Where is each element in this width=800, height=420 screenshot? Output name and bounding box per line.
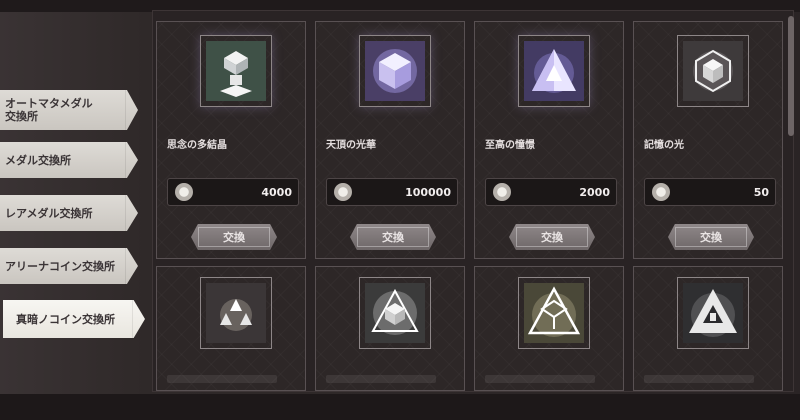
shop-card xyxy=(156,266,306,391)
exchange-label: 交換 xyxy=(541,231,563,244)
coin-icon xyxy=(493,183,511,201)
tab-medal[interactable]: メダル交換所 xyxy=(0,142,138,178)
item-frame[interactable] xyxy=(200,35,272,107)
exchange-button[interactable]: 交換 xyxy=(668,224,754,250)
item-frame[interactable] xyxy=(677,277,749,349)
shop-panel: 思念の多結晶 4000 交換 天頂の光華 100000 交換 至高の憧憬 200… xyxy=(152,10,794,392)
item-name: 記憶の光 xyxy=(644,140,684,151)
sidebar: オートマタメダル 交換所 メダル交換所 レアメダル交換所 アリーナコイン交換所 … xyxy=(0,0,155,420)
tab-arena-coin[interactable]: アリーナコイン交換所 xyxy=(0,248,138,284)
coin-icon xyxy=(175,183,193,201)
item-frame[interactable] xyxy=(518,35,590,107)
tab-automata-medal-label: オートマタメダル 交換所 xyxy=(5,97,93,123)
scrollbar[interactable] xyxy=(788,16,794,136)
large-triangle-icon xyxy=(524,283,584,343)
shop-card: 思念の多結晶 4000 交換 xyxy=(156,21,306,259)
item-frame[interactable] xyxy=(359,35,431,107)
tab-edge xyxy=(125,90,126,130)
price-field: 2000 xyxy=(485,178,617,206)
coin-icon xyxy=(334,183,352,201)
item-name: 至高の憧憬 xyxy=(485,140,535,151)
coin-icon xyxy=(652,183,670,201)
triangle-cube-icon xyxy=(365,283,425,343)
shop-card xyxy=(474,266,624,391)
price-field: 100000 xyxy=(326,178,458,206)
item-price: 100000 xyxy=(405,185,451,199)
pedestal-crystal-icon xyxy=(206,41,266,101)
item-name: 天頂の光華 xyxy=(326,140,376,151)
tab-edge xyxy=(132,300,133,338)
item-name-placeholder xyxy=(326,375,436,383)
cube-crystal-icon xyxy=(365,41,425,101)
tab-edge xyxy=(125,248,126,284)
shop-card: 天頂の光華 100000 交換 xyxy=(315,21,465,259)
exchange-label: 交換 xyxy=(382,231,404,244)
item-price: 50 xyxy=(753,185,769,199)
tab-edge xyxy=(125,195,126,231)
shop-card: 記憶の光 50 交換 xyxy=(633,21,783,259)
price-field: 4000 xyxy=(167,178,299,206)
tab-dark-coin-label: 真暗ノコイン交換所 xyxy=(16,312,115,326)
tab-medal-label: メダル交換所 xyxy=(5,153,71,167)
triad-crystal-icon xyxy=(206,283,266,343)
item-price: 4000 xyxy=(261,185,292,199)
exchange-button[interactable]: 交換 xyxy=(509,224,595,250)
shop-card: 至高の憧憬 2000 交換 xyxy=(474,21,624,259)
pyramid-crystal-icon xyxy=(524,41,584,101)
tab-automata-medal[interactable]: オートマタメダル 交換所 xyxy=(0,90,138,130)
shop-card xyxy=(315,266,465,391)
tab-arena-coin-label: アリーナコイン交換所 xyxy=(5,259,115,273)
tab-rare-medal[interactable]: レアメダル交換所 xyxy=(0,195,138,231)
tab-rare-medal-label: レアメダル交換所 xyxy=(5,206,93,220)
item-name: 思念の多結晶 xyxy=(167,140,227,151)
item-name-placeholder xyxy=(644,375,754,383)
exchange-label: 交換 xyxy=(223,231,245,244)
exchange-button[interactable]: 交換 xyxy=(350,224,436,250)
item-frame[interactable] xyxy=(677,35,749,107)
dark-emblem-icon xyxy=(683,283,743,343)
item-frame[interactable] xyxy=(518,277,590,349)
item-frame[interactable] xyxy=(359,277,431,349)
item-name-placeholder xyxy=(167,375,277,383)
hexagon-crystal-icon xyxy=(683,41,743,101)
tab-edge xyxy=(125,142,126,178)
tab-dark-coin[interactable]: 真暗ノコイン交換所 xyxy=(3,300,145,338)
item-price: 2000 xyxy=(579,185,610,199)
exchange-label: 交換 xyxy=(700,231,722,244)
shop-card xyxy=(633,266,783,391)
item-frame[interactable] xyxy=(200,277,272,349)
item-name-placeholder xyxy=(485,375,595,383)
bottom-bar xyxy=(0,394,800,420)
exchange-button[interactable]: 交換 xyxy=(191,224,277,250)
price-field: 50 xyxy=(644,178,776,206)
